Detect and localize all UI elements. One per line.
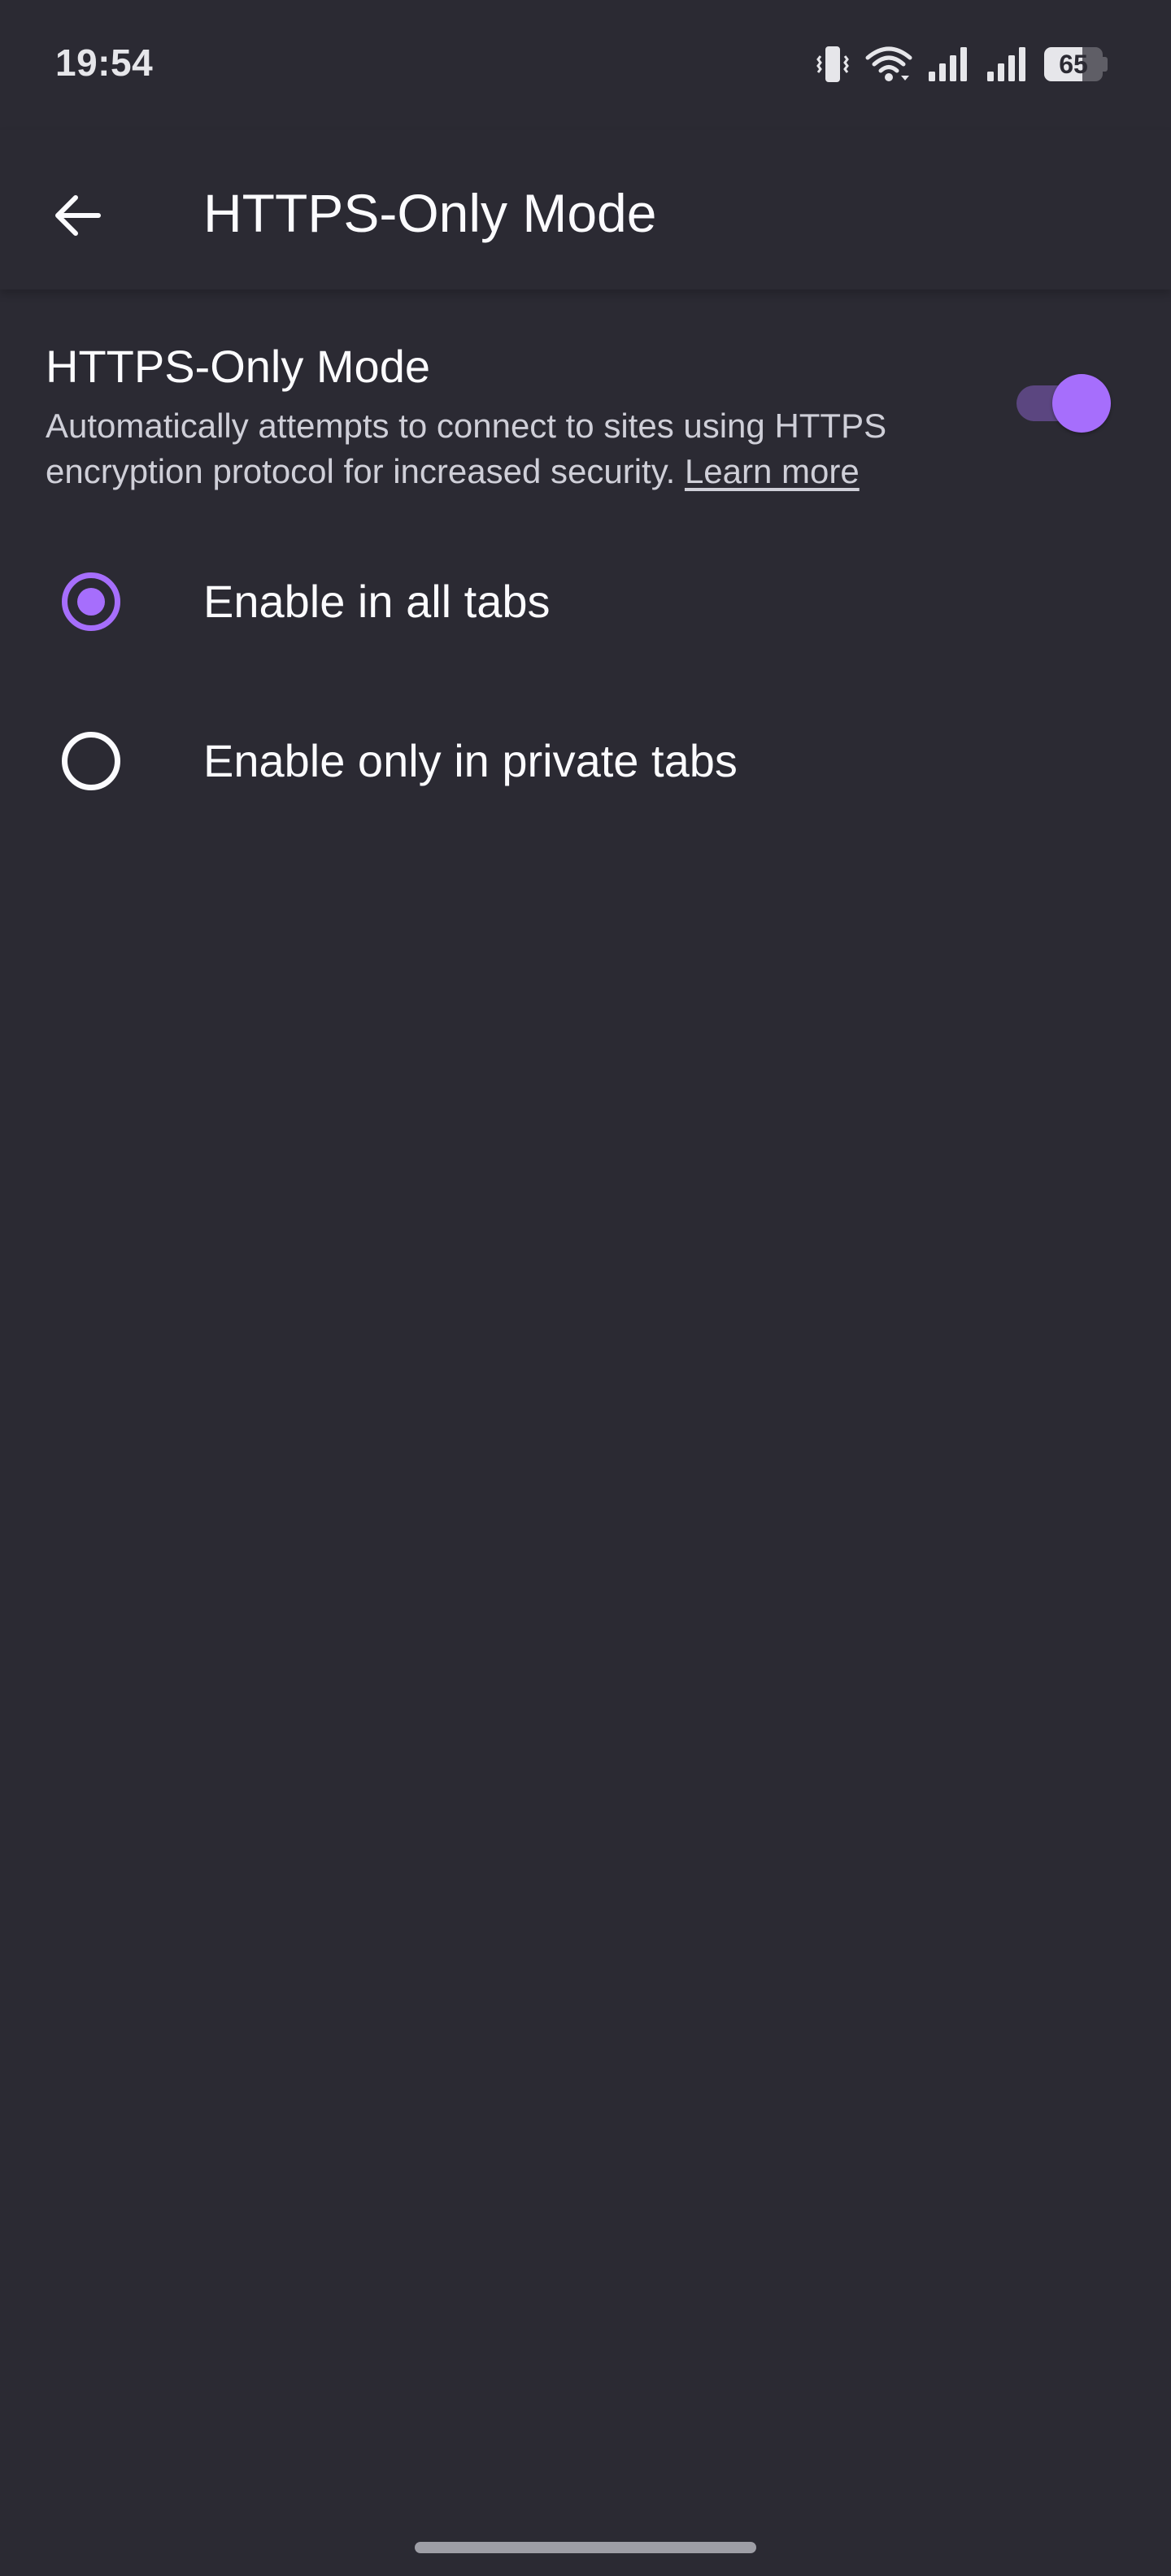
option-label: Enable only in private tabs	[203, 735, 738, 786]
learn-more-link[interactable]: Learn more	[685, 452, 860, 490]
page-title: HTTPS-Only Mode	[203, 183, 657, 243]
setting-title: HTTPS-Only Mode	[46, 341, 430, 392]
vibrate-icon	[815, 45, 851, 84]
radio-button-checked[interactable]	[62, 572, 120, 631]
status-bar: 19:54 65	[0, 0, 1171, 130]
status-time: 19:54	[55, 41, 154, 84]
https-only-setting[interactable]: HTTPS-Only Mode Automatically attempts t…	[0, 325, 1171, 512]
battery-icon: 65	[1044, 47, 1108, 81]
app-bar: HTTPS-Only Mode	[0, 130, 1171, 289]
option-label: Enable in all tabs	[203, 576, 551, 627]
option-all-tabs[interactable]: Enable in all tabs	[0, 524, 1171, 683]
radio-button-unchecked[interactable]	[62, 732, 120, 790]
https-only-toggle[interactable]	[1013, 374, 1114, 433]
radio-dot	[77, 588, 105, 616]
battery-tip	[1103, 57, 1108, 72]
screen: 19:54 65 HTTPS-Only Mode HTTPS-Only Mode…	[0, 0, 1171, 2576]
setting-summary: Automatically attempts to connect to sit…	[46, 403, 956, 494]
battery-percent: 65	[1059, 50, 1088, 79]
wifi-icon	[865, 45, 912, 84]
signal-icon	[927, 46, 971, 83]
status-icons: 65	[815, 42, 1108, 86]
back-button[interactable]	[33, 171, 122, 260]
option-private-tabs[interactable]: Enable only in private tabs	[0, 683, 1171, 842]
gesture-nav-bar[interactable]	[415, 2542, 756, 2553]
toggle-thumb	[1052, 374, 1111, 433]
signal-icon	[986, 46, 1030, 83]
arrow-back-icon	[55, 195, 101, 236]
